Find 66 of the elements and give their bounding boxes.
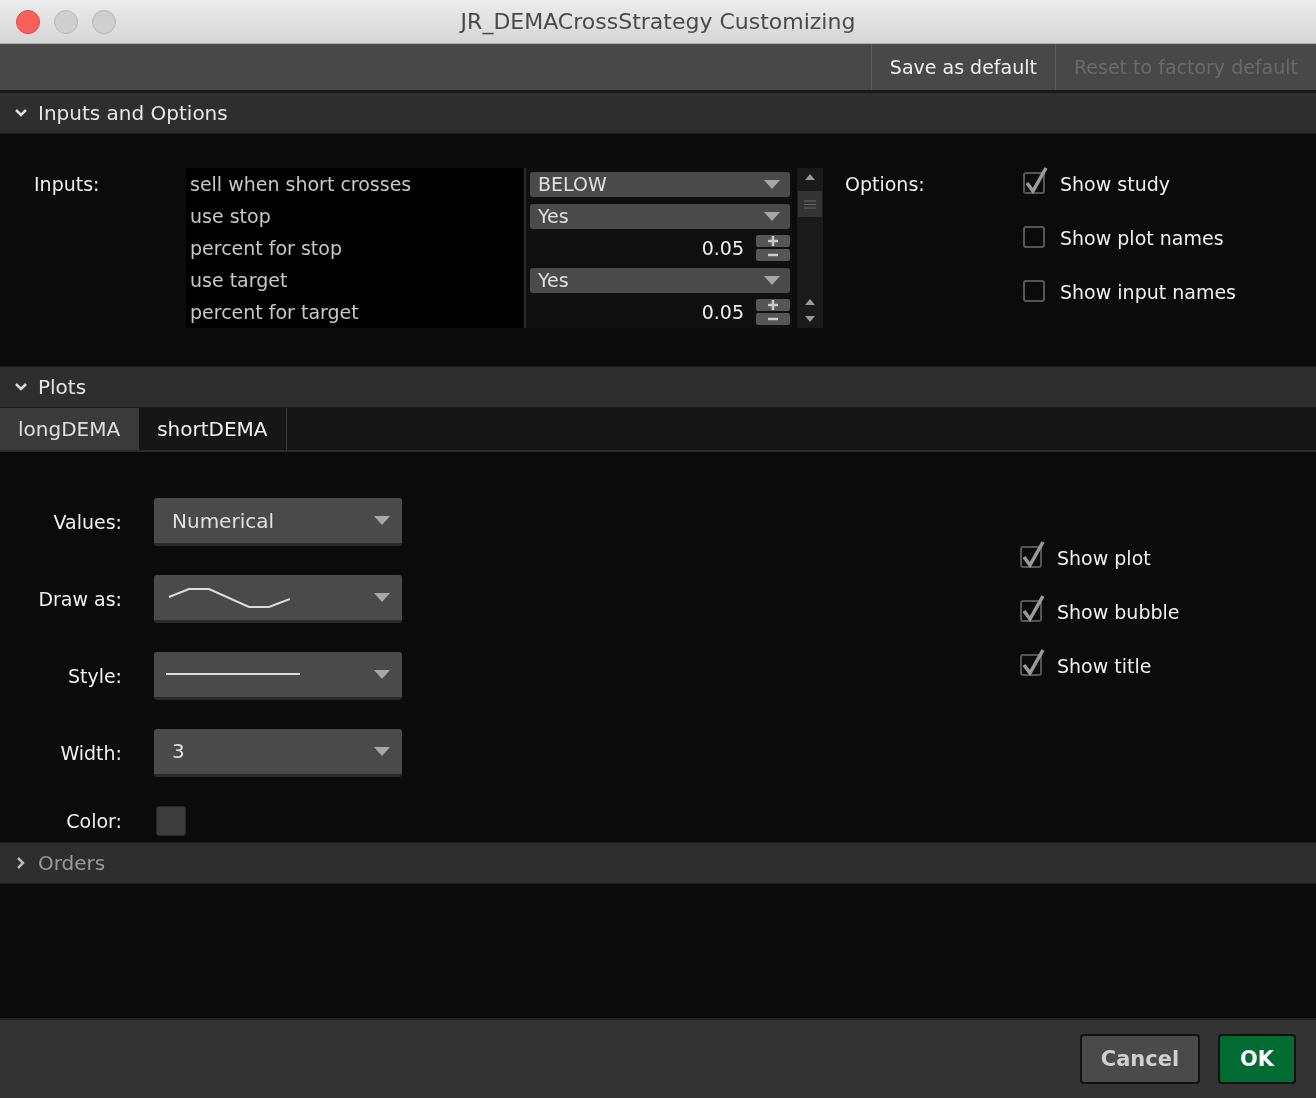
- decrement-button[interactable]: [756, 249, 790, 261]
- section-title: Inputs and Options: [38, 101, 228, 125]
- dropdown-caret-icon: [764, 211, 780, 221]
- dropdown[interactable]: Yes: [530, 203, 790, 229]
- scrollbar-thumb[interactable]: [798, 191, 822, 217]
- tab[interactable]: longDEMA: [0, 408, 140, 450]
- checkbox-label: Show study: [1060, 173, 1170, 195]
- dropdown-caret-icon: [374, 746, 390, 756]
- checkbox-label: Show plot names: [1060, 227, 1224, 249]
- dropdown-caret-icon: [374, 593, 390, 603]
- input-name: sell when short crosses: [189, 172, 413, 197]
- draw-as-dropdown[interactable]: [154, 575, 402, 624]
- plus-icon: [768, 236, 778, 246]
- cancel-button[interactable]: Cancel: [1080, 1034, 1200, 1084]
- field-label: Draw as:: [37, 588, 122, 611]
- chevron-down-icon[interactable]: [14, 108, 28, 118]
- dropdown[interactable]: BELOW: [530, 171, 790, 197]
- increment-button[interactable]: [756, 235, 790, 247]
- checkbox-label: Show plot: [1057, 547, 1151, 569]
- checkbox-label: Show input names: [1060, 281, 1236, 303]
- scrollbar[interactable]: [797, 168, 823, 328]
- dropdown-caret-icon: [764, 275, 780, 285]
- toolbar-button[interactable]: Save as default: [870, 44, 1055, 90]
- checkbox[interactable]: [1020, 594, 1045, 624]
- line-chart-icon: [166, 586, 290, 609]
- dropdown-caret-icon: [374, 670, 390, 679]
- section-title: Plots: [38, 375, 87, 399]
- scroll-down-icon[interactable]: [805, 316, 815, 322]
- decrement-button[interactable]: [756, 313, 790, 325]
- options-label: Options:: [845, 172, 926, 197]
- window-title: JR_DEMACrossStrategy Customizing: [460, 9, 856, 34]
- inputs-label: Inputs:: [33, 172, 101, 197]
- field-label: Width:: [59, 741, 122, 764]
- dropdown-caret-icon: [374, 516, 390, 526]
- input-name: percent for target: [189, 300, 360, 325]
- close-button[interactable]: [16, 9, 40, 34]
- input-name: use target: [189, 268, 289, 293]
- minus-icon: [768, 253, 778, 257]
- chevron-down-icon[interactable]: [14, 382, 28, 392]
- number-value[interactable]: 0.05: [701, 301, 744, 323]
- dropdown[interactable]: Yes: [530, 267, 790, 293]
- checkbox-label: Show title: [1057, 655, 1152, 677]
- checkbox[interactable]: [1020, 540, 1045, 570]
- style-dropdown[interactable]: [154, 652, 402, 700]
- input-name: use stop: [189, 204, 272, 229]
- field-label: Color:: [65, 809, 122, 832]
- checkbox-label: Show bubble: [1057, 601, 1180, 623]
- section-title: Orders: [38, 851, 106, 875]
- number-value[interactable]: 0.05: [701, 237, 744, 259]
- plus-icon: [768, 300, 778, 310]
- color-swatch[interactable]: [156, 805, 186, 836]
- input-name: percent for stop: [189, 236, 343, 261]
- scroll-up-icon[interactable]: [805, 299, 815, 305]
- increment-button[interactable]: [756, 299, 790, 311]
- field-label: Style:: [66, 665, 122, 687]
- grip-icon: [804, 199, 816, 209]
- ok-button[interactable]: OK: [1218, 1034, 1296, 1084]
- dropdown[interactable]: Numerical: [154, 498, 402, 547]
- scroll-up-icon[interactable]: [805, 174, 815, 180]
- solid-line-icon: [166, 672, 300, 677]
- field-label: Values:: [52, 511, 122, 534]
- checkbox[interactable]: [1020, 648, 1045, 678]
- minus-icon: [768, 317, 778, 321]
- dropdown[interactable]: 3: [154, 728, 402, 777]
- dropdown-caret-icon: [764, 179, 780, 189]
- checkbox[interactable]: [1023, 166, 1048, 196]
